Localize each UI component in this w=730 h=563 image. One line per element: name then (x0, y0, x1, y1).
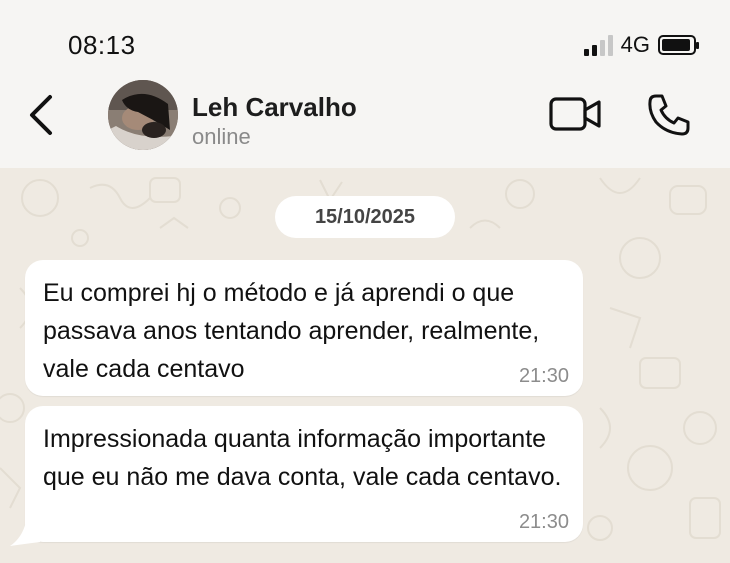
signal-bars-icon (583, 34, 613, 56)
message-timestamp: 21:30 (518, 511, 569, 533)
chat-header: Leh Carvalho online (0, 80, 730, 169)
avatar-photo (108, 80, 178, 150)
message-text: Impressionada quanta informação importan… (43, 425, 562, 491)
contact-status: online (192, 124, 251, 149)
message-timestamp: 21:30 (518, 365, 569, 387)
status-indicators: 4G (583, 32, 699, 58)
back-button[interactable] (22, 92, 62, 138)
video-camera-icon (549, 97, 601, 131)
voice-call-button[interactable] (646, 92, 692, 138)
avatar[interactable] (108, 80, 178, 150)
phone-icon (648, 94, 690, 136)
date-separator: 15/10/2025 (275, 196, 455, 238)
video-call-button[interactable] (548, 94, 604, 134)
message-text: Eu comprei hj o método e já aprendi o qu… (43, 279, 540, 383)
status-time: 08:13 (68, 30, 136, 60)
message-bubble-incoming[interactable]: Eu comprei hj o método e já aprendi o qu… (25, 260, 583, 396)
chevron-left-icon (30, 95, 52, 135)
status-bar: 08:13 4G (0, 0, 730, 82)
chat-area[interactable]: 15/10/2025 Eu comprei hj o método e já a… (0, 168, 730, 563)
network-type: 4G (620, 32, 650, 57)
bubble-tail (10, 522, 40, 546)
message-bubble-incoming[interactable]: Impressionada quanta informação importan… (25, 406, 583, 542)
contact-name[interactable]: Leh Carvalho (192, 92, 357, 123)
battery-icon (658, 35, 699, 55)
